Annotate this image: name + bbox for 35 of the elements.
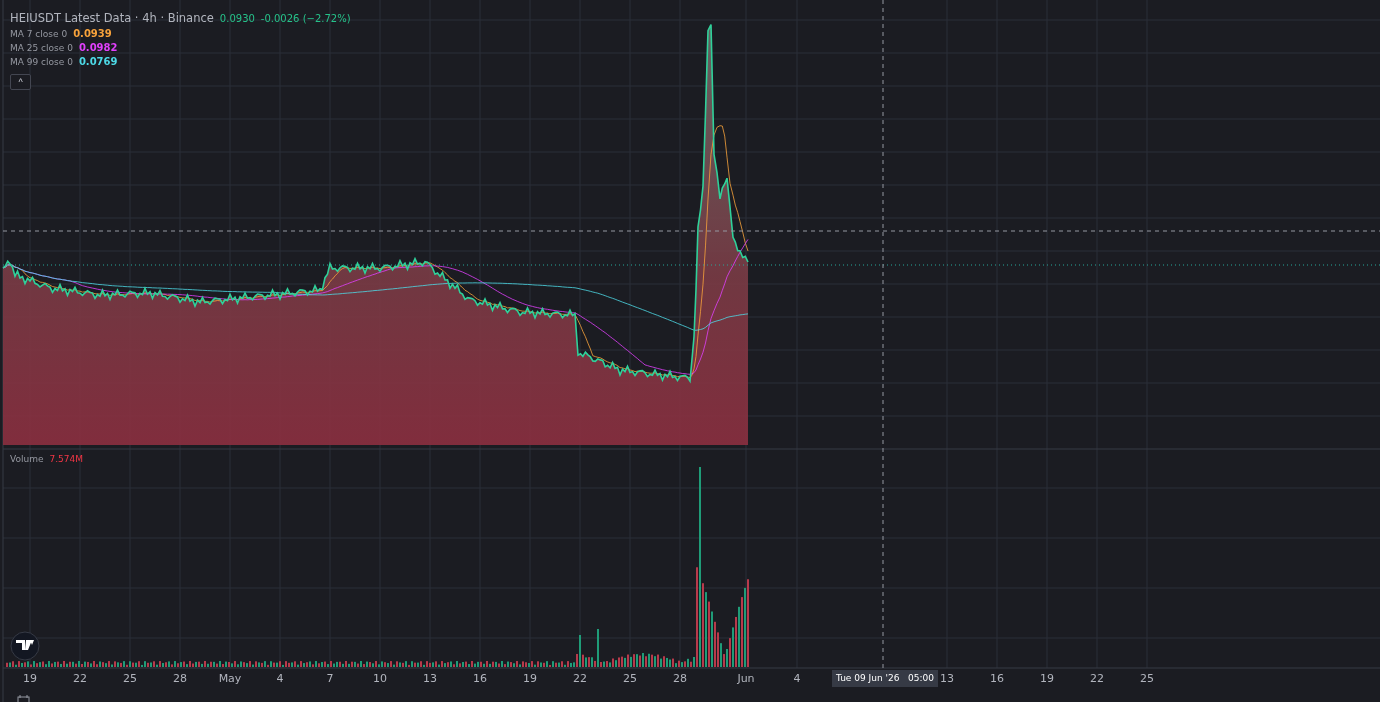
axis-date-label: 19 xyxy=(23,672,37,685)
axis-date-label: 25 xyxy=(623,672,637,685)
axis-date-label: 4 xyxy=(793,672,801,685)
indicator-value: 0.0982 xyxy=(78,42,118,53)
axis-date-label: Jun xyxy=(737,672,755,685)
axis-date-label: 4 xyxy=(276,672,284,685)
symbol-title: HEIUSDT Latest Data · 4h · Binance xyxy=(10,11,214,25)
axis-date-label: 25 xyxy=(1140,672,1154,685)
indicator-label: MA 25 close 0 xyxy=(10,42,73,53)
axis-date-label: 22 xyxy=(573,672,587,685)
axis-date-label: 25 xyxy=(123,672,137,685)
axis-date-label: 13 xyxy=(940,672,954,685)
axis-date-label: 7 xyxy=(326,672,334,685)
axis-date-label: May xyxy=(218,672,242,685)
axis-date-label: 19 xyxy=(523,672,537,685)
axis-date-label: 19 xyxy=(1040,672,1054,685)
axis-date-label: 10 xyxy=(373,672,387,685)
indicator-value: 0.0769 xyxy=(78,56,118,67)
price-change: -0.0026 (−2.72%) xyxy=(260,12,351,24)
indicator-label: MA 99 close 0 xyxy=(10,56,73,67)
axis-date-label: 28 xyxy=(673,672,687,685)
crosshair-date-label: Tue 09 Jun '26 05:00 xyxy=(832,670,938,687)
collapse-button[interactable]: ^ xyxy=(10,74,31,90)
axis-date-label: 16 xyxy=(990,672,1004,685)
axis-date-label: 16 xyxy=(473,672,487,685)
volume-label: Volume xyxy=(10,454,44,464)
axis-date-label: 28 xyxy=(173,672,187,685)
axis-date-label: 22 xyxy=(73,672,87,685)
axis-date-label: 13 xyxy=(423,672,437,685)
indicator-label: MA 7 close 0 xyxy=(10,28,68,39)
axis-date-label: 22 xyxy=(1090,672,1104,685)
calendar-icon xyxy=(17,694,30,702)
volume-value: 7.574M xyxy=(49,454,83,464)
last-price: 0.0930 xyxy=(219,12,255,24)
indicator-value: 0.0939 xyxy=(73,28,112,39)
